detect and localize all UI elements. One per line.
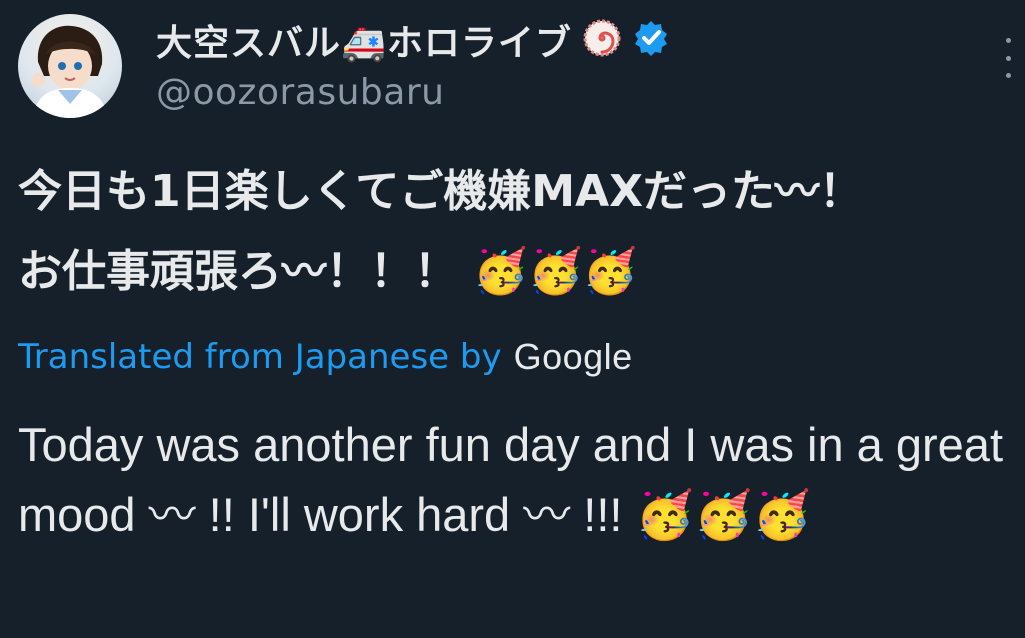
more-dot xyxy=(1005,73,1011,78)
google-logo: Google xyxy=(513,336,633,377)
post-translated-text: Today was another fun day and I was in a… xyxy=(18,418,1004,541)
translation-attribution: Translated from Japanese by Google xyxy=(18,334,633,380)
post-original-text: 今日も1日楽しくてご機嫌MAXだった〰！ お仕事頑張ろ〰！！！ 🥳🥳🥳 xyxy=(18,166,864,297)
more-dot xyxy=(1005,55,1011,61)
more-dot xyxy=(1005,38,1011,43)
verified-badge-icon xyxy=(632,19,670,61)
more-options-icon[interactable] xyxy=(998,38,1018,78)
naruto-swirl-icon xyxy=(582,18,622,62)
avatar[interactable] xyxy=(18,14,122,118)
user-handle[interactable]: @oozorasubaru xyxy=(156,72,444,113)
author-name-row: 大空スバル🚑ホロライブ xyxy=(156,12,670,68)
display-name[interactable]: 大空スバル🚑ホロライブ xyxy=(156,14,572,66)
translation-label[interactable]: Translated from Japanese by xyxy=(18,337,502,377)
